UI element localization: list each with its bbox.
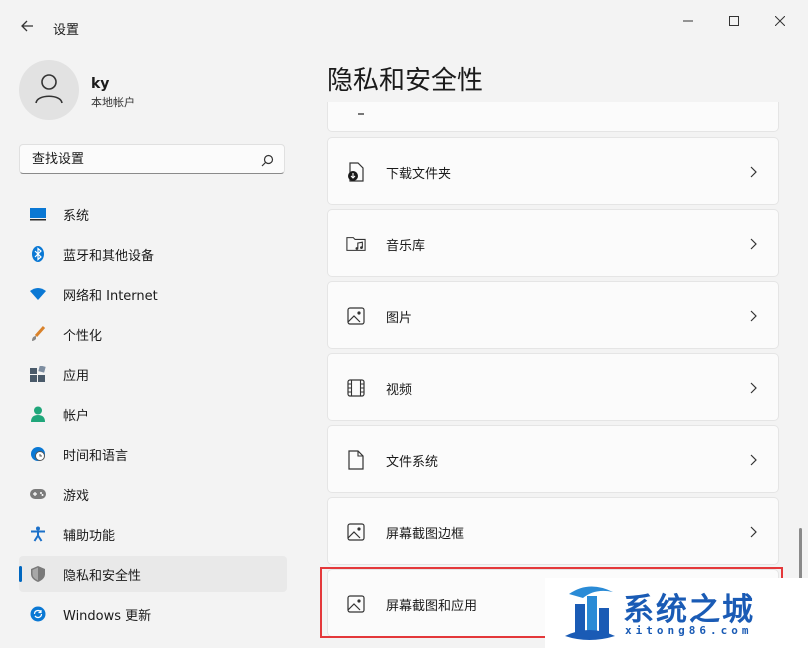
account-type: 本地帐户 <box>91 96 135 109</box>
sidebar-item-accounts[interactable]: 帐户 <box>19 396 287 432</box>
update-icon <box>30 606 46 622</box>
watermark-url: xitong86.com <box>625 624 753 637</box>
chevron-right-icon <box>748 164 760 180</box>
row-music-library[interactable]: 音乐库 <box>327 209 779 277</box>
sidebar-item-system[interactable]: 系统 <box>19 196 287 232</box>
sidebar-item-windows-update[interactable]: Windows 更新 <box>19 596 287 632</box>
download-file-icon <box>346 162 366 182</box>
sidebar-item-label: 隐私和安全性 <box>63 568 142 584</box>
close-button[interactable] <box>766 10 794 30</box>
sidebar-item-time-language[interactable]: 时间和语言 <box>19 436 287 472</box>
minimize-button[interactable] <box>674 10 702 30</box>
chevron-right-icon <box>748 524 760 540</box>
sidebar-item-label: 应用 <box>63 368 90 384</box>
previous-row-partial[interactable] <box>327 102 779 132</box>
search-icon[interactable] <box>261 152 274 171</box>
screenshot-border-icon <box>346 522 366 542</box>
row-videos[interactable]: 视频 <box>327 353 779 421</box>
row-downloads-folder[interactable]: 下载文件夹 <box>327 137 779 205</box>
back-button[interactable] <box>14 14 40 40</box>
partial-row-mark <box>358 113 364 115</box>
wifi-icon <box>30 286 46 302</box>
sidebar-item-accessibility[interactable]: 辅助功能 <box>19 516 287 552</box>
sidebar-item-label: 帐户 <box>63 408 90 424</box>
chevron-right-icon <box>748 308 760 324</box>
sidebar-item-label: 网络和 Internet <box>63 288 158 304</box>
person-outline-icon <box>34 72 64 108</box>
search-box[interactable] <box>19 144 285 174</box>
sidebar-item-label: 个性化 <box>63 328 103 344</box>
maximize-button[interactable] <box>720 10 748 30</box>
person-icon <box>30 406 46 422</box>
row-label: 屏幕截图边框 <box>386 527 465 542</box>
sidebar-item-label: 游戏 <box>63 488 90 504</box>
video-icon <box>346 378 366 398</box>
sidebar-item-label: 时间和语言 <box>63 448 129 464</box>
sidebar-nav: 系统 蓝牙和其他设备 网络和 Internet 个性化 应用 帐户 时间和语言 … <box>19 196 287 636</box>
minimize-icon <box>683 11 693 30</box>
watermark-logo-icon <box>561 584 617 646</box>
sidebar-item-personalization[interactable]: 个性化 <box>19 316 287 352</box>
music-folder-icon <box>346 234 366 254</box>
picture-icon <box>346 306 366 326</box>
sidebar-item-bluetooth[interactable]: 蓝牙和其他设备 <box>19 236 287 272</box>
sidebar-item-privacy-security[interactable]: 隐私和安全性 <box>19 556 287 592</box>
file-icon <box>346 450 366 470</box>
row-label: 下载文件夹 <box>386 167 452 182</box>
display-icon <box>30 206 46 222</box>
brush-icon <box>30 326 46 342</box>
bluetooth-icon <box>30 246 46 262</box>
watermark-title: 系统之城 <box>623 592 755 628</box>
globe-clock-icon <box>30 446 46 462</box>
app-title: 设置 <box>53 23 80 38</box>
active-indicator <box>19 566 22 582</box>
chevron-right-icon <box>748 380 760 396</box>
shield-icon <box>30 566 46 582</box>
sidebar: ky 本地帐户 系统 蓝牙和其他设备 网络和 Internet <box>0 54 300 648</box>
watermark: 系统之城 xitong86.com <box>545 578 808 648</box>
page-title: 隐私和安全性 <box>327 66 484 96</box>
row-label: 视频 <box>386 383 413 398</box>
apps-icon <box>30 366 46 382</box>
row-label: 文件系统 <box>386 455 439 470</box>
avatar[interactable] <box>19 60 79 120</box>
gamepad-icon <box>30 486 46 502</box>
sidebar-item-label: 系统 <box>63 208 90 224</box>
sidebar-item-label: Windows 更新 <box>63 608 152 624</box>
sidebar-item-apps[interactable]: 应用 <box>19 356 287 392</box>
sidebar-item-label: 蓝牙和其他设备 <box>63 248 155 264</box>
search-input[interactable] <box>30 151 254 168</box>
close-icon <box>774 11 786 30</box>
row-screenshot-borders[interactable]: 屏幕截图边框 <box>327 497 779 565</box>
sidebar-item-gaming[interactable]: 游戏 <box>19 476 287 512</box>
sidebar-item-network[interactable]: 网络和 Internet <box>19 276 287 312</box>
title-bar: 设置 <box>0 0 808 54</box>
chevron-right-icon <box>748 452 760 468</box>
accessibility-icon <box>30 526 46 542</box>
sidebar-item-label: 辅助功能 <box>63 528 116 544</box>
row-label: 音乐库 <box>386 239 426 254</box>
row-file-system[interactable]: 文件系统 <box>327 425 779 493</box>
back-arrow-icon <box>20 18 34 37</box>
chevron-right-icon <box>748 236 760 252</box>
maximize-icon <box>729 11 739 30</box>
row-pictures[interactable]: 图片 <box>327 281 779 349</box>
row-label: 图片 <box>386 311 413 326</box>
account-name: ky <box>91 76 110 92</box>
